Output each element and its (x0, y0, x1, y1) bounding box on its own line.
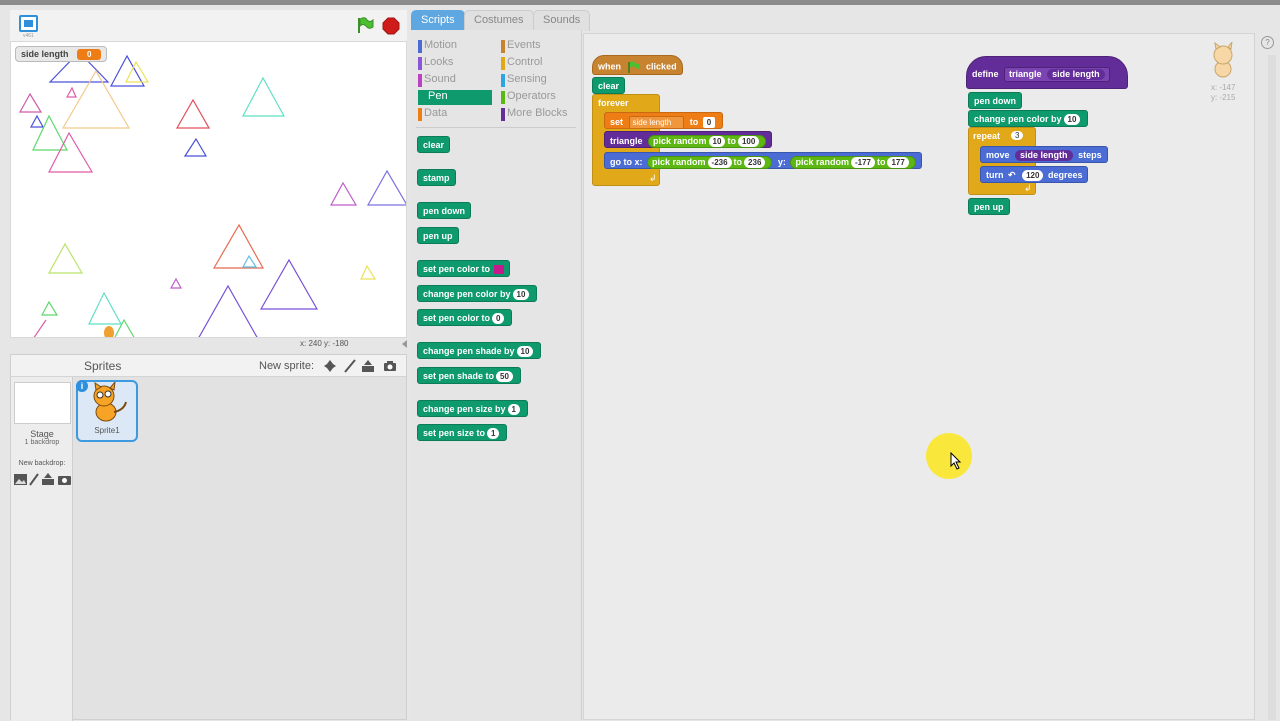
loop-arrow-icon: ↲ (649, 173, 657, 183)
camera-backdrop-icon[interactable] (58, 474, 71, 485)
pick-random-block[interactable]: pick random 10 to 100 (648, 135, 767, 148)
stage-thumb-sublabel: 1 backdrop (24, 439, 60, 446)
mouse-pointer-icon (950, 452, 962, 470)
clear-block[interactable]: clear (592, 77, 626, 94)
paint-sprite-icon[interactable] (343, 359, 357, 373)
stop-sign-icon[interactable] (382, 17, 400, 35)
pen-color-swatch[interactable] (494, 265, 505, 275)
palette-pen-up-block[interactable]: pen up (417, 227, 459, 244)
new-sprite-label: New sprite: (259, 360, 315, 372)
category-sound[interactable]: Sound (418, 73, 456, 88)
palette-stamp-block[interactable]: stamp (417, 169, 456, 186)
fullscreen-icon[interactable] (19, 15, 38, 32)
go-to-xy-block[interactable]: go to x: pick random -236 to 236 y: pick ra… (604, 152, 922, 169)
move-param[interactable]: side length (1015, 150, 1073, 161)
rotate-left-icon: ↶ (1008, 170, 1016, 180)
version-label: v461 (23, 33, 34, 39)
stage-header: v461 (10, 10, 407, 41)
palette-set-pen-color-swatch-block[interactable]: set pen color to (417, 260, 511, 277)
sprites-title: Sprites (84, 359, 122, 373)
cursor-highlight (926, 433, 972, 479)
forever-label: forever (598, 98, 629, 108)
category-sensing[interactable]: Sensing (501, 73, 547, 88)
stage-canvas[interactable]: side length 0 (10, 41, 407, 338)
green-flag-icon[interactable] (356, 16, 374, 34)
stage-thumbnail[interactable] (14, 382, 71, 424)
sprite-pane: Sprites New sprite: Stage 1 backdrop New… (10, 354, 407, 721)
palette-change-pen-size-block[interactable]: change pen size by 1 (417, 400, 528, 417)
tab-costumes[interactable]: Costumes (464, 10, 534, 31)
sprite-library-icon[interactable] (323, 359, 337, 373)
pen-down-block[interactable]: pen down (968, 92, 1022, 109)
turn-degrees-block[interactable]: turn ↶ 120 degrees (980, 166, 1089, 183)
sprite1-label: Sprite1 (94, 426, 120, 435)
stage-splitter-arrow[interactable] (402, 340, 407, 348)
move-steps-block[interactable]: move side length steps (980, 146, 1108, 163)
palette-set-pen-color-value-block[interactable]: set pen color to 0 (417, 309, 513, 326)
new-backdrop-label: New backdrop: (18, 460, 66, 467)
category-divider (416, 127, 576, 128)
change-pen-color-block[interactable]: change pen color by 10 (968, 110, 1089, 127)
upload-backdrop-icon[interactable] (42, 473, 54, 485)
palette-set-pen-shade-block[interactable]: set pen shade to 50 (417, 367, 521, 384)
category-data[interactable]: Data (418, 107, 447, 122)
define-prototype: triangle side length (1004, 67, 1110, 82)
pick-random-x-block[interactable]: pick random -236 to 236 (647, 156, 773, 169)
pick-random-y-block[interactable]: pick random -177 to 177 (790, 156, 916, 169)
param-side-length[interactable]: side length (1047, 69, 1105, 80)
variable-monitor: side length 0 (15, 46, 108, 62)
sprite-y-readout: y: -215 (1211, 93, 1236, 102)
palette-change-pen-color-block[interactable]: change pen color by 10 (417, 285, 538, 302)
variable-monitor-label: side length (21, 49, 69, 59)
when-flag-clicked-block[interactable]: when clicked (592, 55, 683, 75)
variable-dropdown[interactable]: side length (628, 116, 685, 129)
category-operators[interactable]: Operators (501, 90, 556, 105)
stage-thumb-label: Stage (30, 429, 54, 439)
sprite-info-icon[interactable]: i (76, 380, 88, 392)
repeat-count[interactable]: 3 (1011, 131, 1024, 140)
tab-scripts[interactable]: Scripts (411, 10, 465, 31)
sprite-preview-icon (1213, 42, 1233, 78)
define-triangle-block[interactable]: define triangle side length (966, 56, 1128, 89)
repeat-label: repeat (973, 131, 1001, 141)
pen-up-block[interactable]: pen up (968, 198, 1010, 215)
vertical-scrollbar[interactable] (1268, 55, 1276, 720)
category-events[interactable]: Events (501, 39, 541, 54)
category-pen[interactable]: Pen (418, 90, 492, 105)
sprite-on-stage (104, 326, 114, 337)
paint-backdrop-icon[interactable] (29, 473, 39, 486)
window-top-bar (0, 0, 1280, 5)
palette-clear-block[interactable]: clear (417, 136, 451, 153)
upload-sprite-icon[interactable] (361, 359, 375, 373)
green-flag-icon (627, 61, 640, 73)
palette-change-pen-shade-block[interactable]: change pen shade by 10 (417, 342, 542, 359)
category-motion[interactable]: Motion (418, 39, 457, 54)
camera-sprite-icon[interactable] (383, 360, 397, 372)
help-icon[interactable]: ? (1261, 36, 1274, 49)
category-more-blocks[interactable]: More Blocks (501, 107, 568, 122)
tab-sounds[interactable]: Sounds (533, 10, 591, 31)
repeat-loop-arrow-icon: ↲ (1024, 183, 1032, 193)
palette-set-pen-size-block[interactable]: set pen size to 1 (417, 424, 508, 441)
palette-pen-down-block[interactable]: pen down (417, 202, 471, 219)
stage-mouse-coords: x: 240 y: -180 (300, 339, 349, 348)
category-control[interactable]: Control (501, 56, 542, 71)
sprite-x-readout: x: -147 (1211, 83, 1236, 92)
pen-drawing (18, 51, 406, 337)
backdrop-library-icon[interactable] (14, 474, 27, 485)
triangle-call-block[interactable]: triangle pick random 10 to 100 (604, 131, 773, 148)
set-variable-block[interactable]: set side length to 0 (604, 112, 724, 129)
variable-monitor-value: 0 (77, 49, 102, 60)
category-looks[interactable]: Looks (418, 56, 453, 71)
